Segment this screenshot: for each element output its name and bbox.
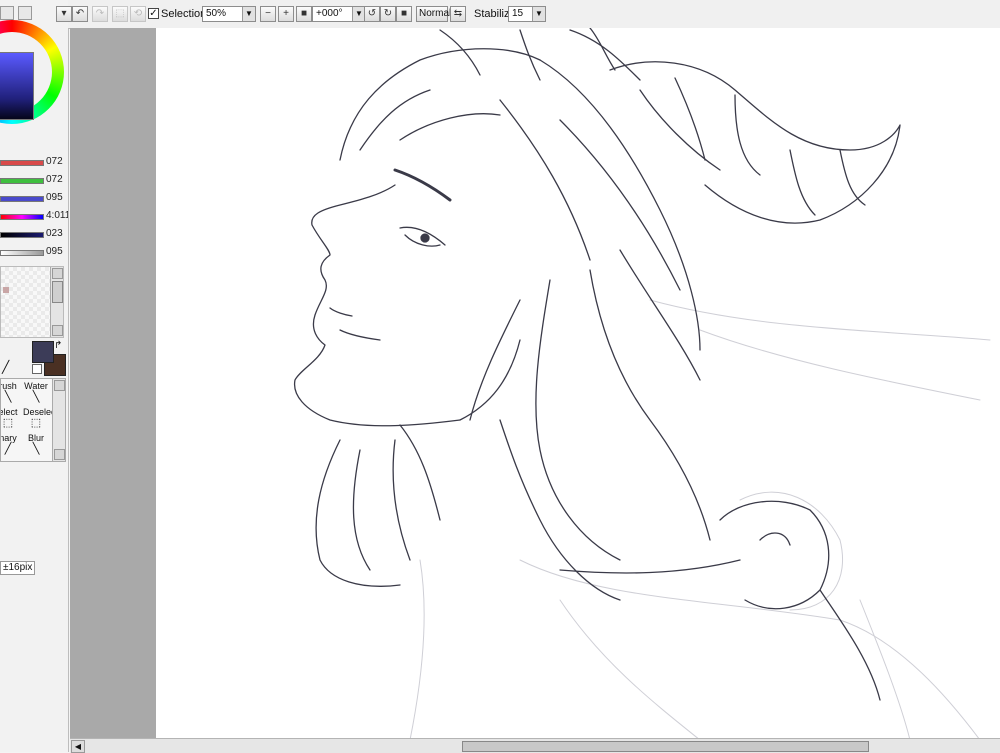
blend-mode-button[interactable]: Normal [416,6,452,22]
redo-icon[interactable]: ↷ [92,6,108,22]
panel-toggle-icon[interactable]: ▾ [56,6,72,22]
eyedropper-icon[interactable]: ╱ [2,360,9,374]
water-brush-icon: ╲ [32,391,40,403]
blur-icon: ╲ [32,443,40,455]
rotation-value: +000° [316,8,343,19]
scroll-thumb[interactable] [52,281,63,303]
swap-colors-icon[interactable]: ↱ [54,340,62,351]
scroll-left-icon[interactable]: ◀ [71,740,85,753]
scroll-thumb[interactable] [462,741,869,752]
toolbar: ▾ ↶ ↷ ⬚ ⟲ ✓ Selection 50% ▼ − + ■ +000° … [56,0,1000,29]
zoom-in-icon[interactable]: + [278,6,294,22]
canvas-area[interactable] [70,28,1000,740]
brush-tool-label: rush [0,381,17,391]
slider-track[interactable] [0,196,44,202]
swatch-panel[interactable] [0,266,64,338]
slider-value: 072 [46,156,63,167]
blur-tool[interactable]: Blur ╲ [23,433,49,459]
brush-scrollbar[interactable] [52,379,65,461]
scroll-down-icon[interactable] [52,325,63,336]
chevron-down-icon: ▼ [532,7,545,21]
select-tool[interactable]: elect ⬚ [0,407,21,433]
rotation-select[interactable]: +000° ▼ [312,6,366,22]
canvas-page[interactable] [156,28,1000,740]
slider-value: 072 [46,174,63,185]
scroll-up-icon[interactable] [52,268,63,279]
slider-track[interactable] [0,232,44,238]
binary-tool[interactable]: nary ╱ [0,433,21,459]
transparent-color-icon[interactable] [32,364,42,374]
swatch-scrollbar[interactable] [50,267,63,337]
deselect-icon: ⬚ [30,417,42,429]
rotate-right-icon[interactable]: ↻ [380,6,396,22]
foreground-color-swatch[interactable] [32,341,54,363]
blur-tool-label: Blur [27,433,44,443]
horizontal-scrollbar[interactable]: ◀ [70,738,1000,753]
scroll-up-icon[interactable] [54,380,65,391]
slider-value: 023 [46,228,63,239]
deselect-icon[interactable]: ⬚ [112,6,128,22]
slider-value: 095 [46,192,63,203]
rotate-reset-icon[interactable]: ■ [396,6,412,22]
saturation-slider[interactable]: 023 [0,228,68,242]
scroll-down-icon[interactable] [54,449,65,460]
zoom-value: 50% [206,8,227,19]
blue-slider[interactable]: 095 [0,192,68,206]
tool-panel: 072 072 095 4:011 023 095 ╱ ↱ rush ╲ Wat… [0,0,69,752]
brush-tool[interactable]: rush ╲ [0,381,21,407]
saturation-value-square[interactable] [0,52,34,120]
line-art-drawing [293,28,991,740]
green-slider[interactable]: 072 [0,174,68,188]
slider-track[interactable] [0,214,44,220]
rotate-left-icon[interactable]: ↺ [364,6,380,22]
brush-size-label: ±16pix [0,561,36,575]
slider-value: 095 [46,246,63,257]
selection-checkbox[interactable]: ✓ [148,8,159,19]
slider-value: 4:011 [46,210,69,221]
chevron-down-icon: ▼ [242,7,255,21]
deselect-tool-label: Deselect [23,407,59,417]
zoom-select[interactable]: 50% ▼ [202,6,256,22]
deselect-tool[interactable]: Deselect ⬚ [23,407,59,433]
water-tool-label: Water [24,381,48,391]
binary-tool-label: nary [0,433,17,443]
value-slider[interactable]: 095 [0,246,68,260]
red-slider[interactable]: 072 [0,156,68,170]
stabilizer-select[interactable]: 15 ▼ [508,6,546,22]
swatch[interactable] [3,287,9,293]
selection-label: Selection [161,8,207,20]
zoom-reset-icon[interactable]: ■ [296,6,312,22]
select-icon: ⬚ [2,417,14,429]
slider-track[interactable] [0,160,44,166]
select-tool-label: elect [0,407,18,417]
swatch-grid-icon[interactable] [0,6,14,20]
palette-icon[interactable] [18,6,32,20]
flip-icon[interactable]: ⇆ [450,6,466,22]
stabilizer-value: 15 [512,8,524,19]
slider-track[interactable] [0,250,44,256]
water-tool[interactable]: Water ╲ [23,381,49,407]
slider-track[interactable] [0,178,44,184]
brush-tool-grid: rush ╲ Water ╲ elect ⬚ Deselect ⬚ nary ╱… [0,378,66,462]
undo-icon[interactable]: ↶ [72,6,88,22]
invert-selection-icon[interactable]: ⟲ [130,6,146,22]
binary-icon: ╱ [4,443,12,455]
hue-slider[interactable]: 4:011 [0,210,68,224]
blend-mode-value: Normal [419,8,452,19]
zoom-out-icon[interactable]: − [260,6,276,22]
brush-icon: ╲ [4,391,12,403]
